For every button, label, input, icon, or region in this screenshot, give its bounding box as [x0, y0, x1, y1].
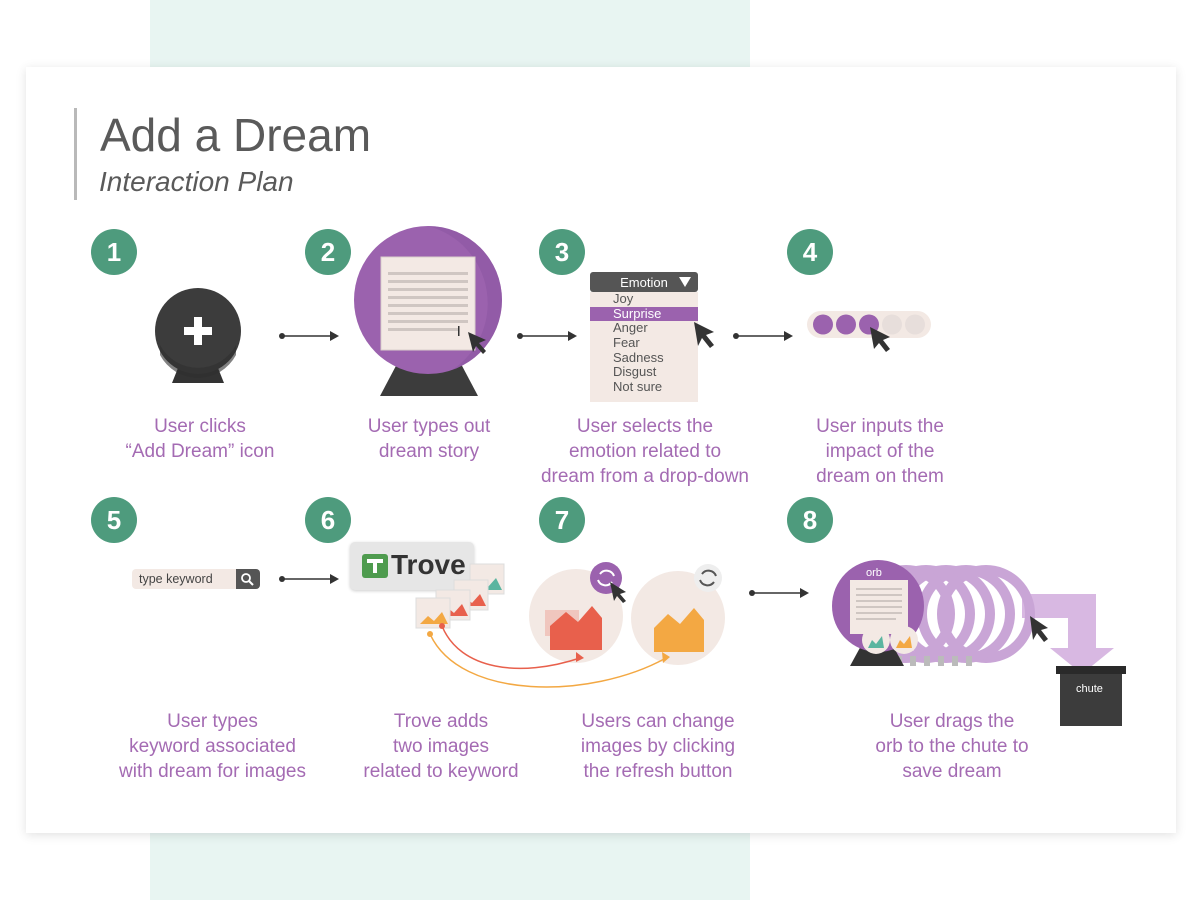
step-1-caption: User clicks “Add Dream” icon	[100, 414, 300, 464]
page-title: Add a Dream	[100, 109, 372, 161]
step-7-caption: Users can change images by clicking the …	[558, 709, 758, 784]
emotion-option[interactable]: Disgust	[590, 365, 698, 380]
caption-line: emotion related to	[568, 441, 722, 462]
add-dream-icon[interactable]	[150, 285, 246, 385]
caption-line: images by clicking	[580, 736, 736, 757]
flow-arrow	[733, 331, 793, 341]
flow-arrow	[279, 331, 339, 341]
caption-line: User selects the	[576, 416, 714, 437]
cursor-icon	[694, 322, 714, 348]
step-6-caption: Trove adds two images related to keyword	[341, 709, 541, 784]
emotion-option[interactable]: Joy	[590, 291, 698, 307]
flow-arrow	[749, 588, 809, 598]
caption-line: User types	[167, 711, 258, 732]
chute-label: chute	[1076, 683, 1103, 695]
step-3-caption: User selects the emotion related to drea…	[525, 414, 765, 489]
emotion-dropdown-header[interactable]: Emotion	[590, 272, 698, 292]
caption-line: impact of the	[825, 441, 935, 462]
keyword-search-field[interactable]: type keyword	[132, 569, 260, 589]
caption-line: dream from a drop-down	[540, 466, 750, 487]
step-5-caption: User types keyword associated with dream…	[100, 709, 325, 784]
caption-line: dream on them	[816, 466, 944, 487]
impact-rating[interactable]	[806, 309, 936, 353]
caption-line: “Add Dream” icon	[125, 441, 275, 462]
caption-line: User inputs the	[816, 416, 944, 437]
step-7-badge: 7	[539, 497, 585, 543]
impact-dot-filled[interactable]	[836, 314, 856, 335]
step-4-badge: 4	[787, 229, 833, 275]
orb-label: orb	[866, 567, 882, 579]
orb-drag-illustration	[832, 560, 1126, 726]
trove-logo-icon	[362, 554, 388, 578]
caption-line: keyword associated	[129, 736, 296, 757]
caption-line: Users can change	[581, 711, 735, 732]
step-5-badge: 5	[91, 497, 137, 543]
caption-line: save dream	[902, 761, 1002, 782]
step-4-caption: User inputs the impact of the dream on t…	[780, 414, 980, 489]
emotion-option[interactable]: Not sure	[590, 379, 698, 395]
emotion-option[interactable]: Fear	[590, 335, 698, 351]
emotion-option[interactable]: Anger	[590, 321, 698, 336]
caption-line: two images	[392, 736, 490, 757]
search-button[interactable]	[236, 569, 260, 589]
search-icon	[241, 573, 254, 586]
emotion-dropdown-label: Emotion	[620, 274, 668, 290]
caption-line: dream story	[378, 441, 480, 462]
emotion-option-selected[interactable]: Surprise	[590, 306, 698, 322]
dream-story-orb[interactable]	[352, 224, 506, 398]
step-2-badge: 2	[305, 229, 351, 275]
flow-arrow	[517, 331, 577, 341]
emotion-dropdown[interactable]: Emotion Joy Surprise Anger Fear Sadness …	[590, 272, 714, 402]
step-3-badge: 3	[539, 229, 585, 275]
caption-line: User drags the	[889, 711, 1015, 732]
caption-line: User clicks	[154, 416, 246, 437]
caption-line: Trove adds	[393, 711, 489, 732]
caption-line: User types out	[367, 416, 491, 437]
emotion-option[interactable]: Sadness	[590, 350, 698, 366]
chevron-down-icon	[679, 277, 691, 287]
impact-dot-filled[interactable]	[813, 314, 833, 335]
impact-dot-empty[interactable]	[905, 314, 925, 335]
caption-line: orb to the chute to	[875, 736, 1029, 757]
page-subtitle: Interaction Plan	[99, 166, 294, 197]
step-2-caption: User types out dream story	[329, 414, 529, 464]
caption-line: with dream for images	[119, 761, 306, 782]
title-accent-bar	[74, 108, 77, 200]
flow-arrow	[279, 574, 339, 584]
step-8-badge: 8	[787, 497, 833, 543]
step-1-badge: 1	[91, 229, 137, 275]
caption-line: related to keyword	[363, 761, 519, 782]
emotion-options-list: Joy Surprise Anger Fear Sadness Disgust …	[590, 291, 698, 402]
image-refresh-illustration	[427, 562, 725, 688]
step-8-caption: User drags the orb to the chute to save …	[842, 709, 1062, 784]
step-6-badge: 6	[305, 497, 351, 543]
caption-line: the refresh button	[583, 761, 733, 782]
impact-dot-empty[interactable]	[882, 314, 902, 335]
search-placeholder: type keyword	[139, 572, 213, 586]
